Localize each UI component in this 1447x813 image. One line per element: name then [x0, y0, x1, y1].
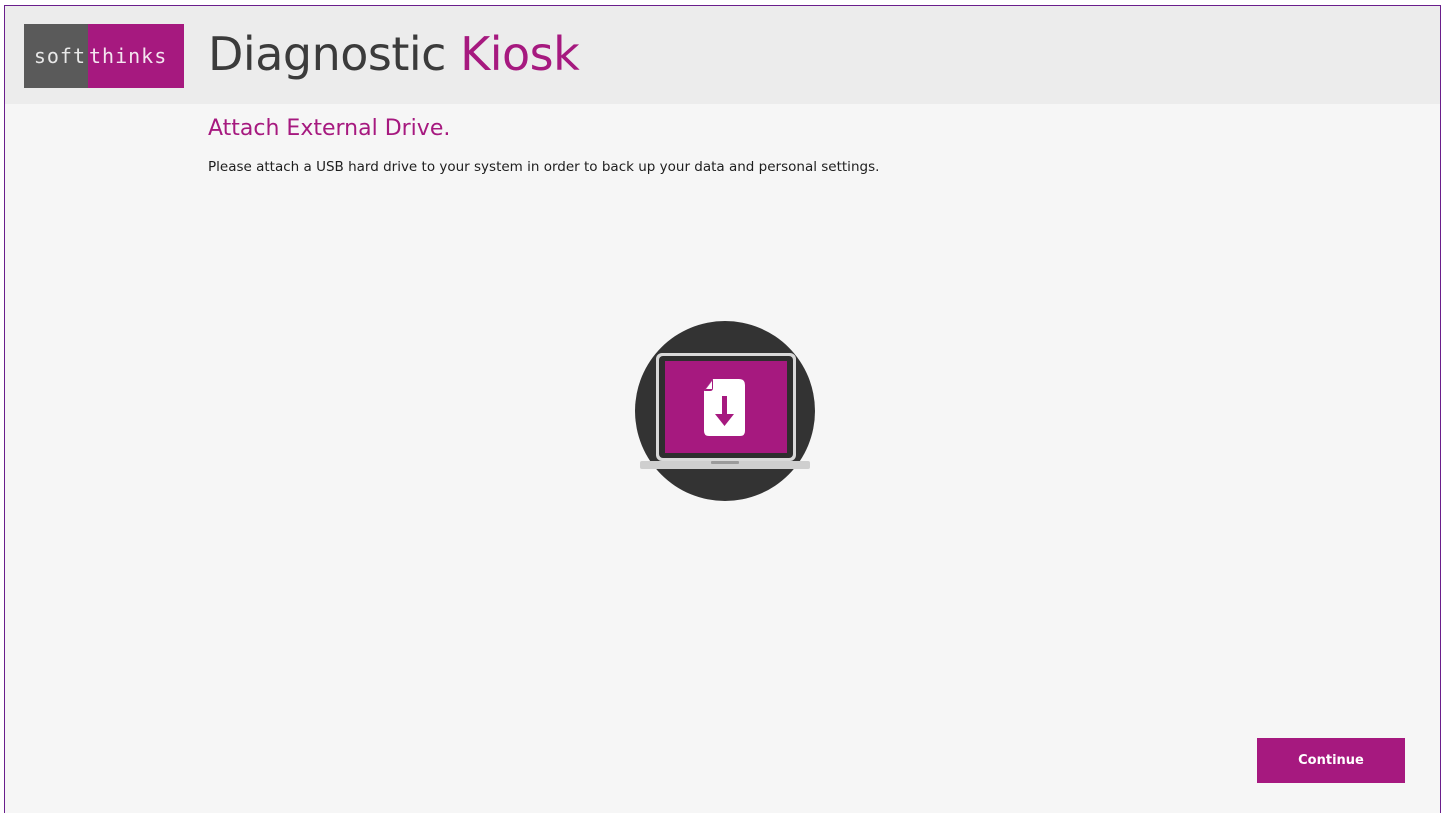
- kiosk-window: soft thinks Diagnostic Kiosk Attach Exte…: [4, 5, 1441, 813]
- instruction-text: Please attach a USB hard drive to your s…: [208, 159, 880, 175]
- logo-left-segment: soft: [24, 24, 88, 88]
- logo-right-segment: thinks: [88, 24, 184, 88]
- app-title-accent: Kiosk: [460, 27, 580, 81]
- laptop-notch: [711, 461, 739, 464]
- continue-button[interactable]: Continue: [1257, 738, 1405, 783]
- page-heading: Attach External Drive.: [208, 116, 451, 141]
- app-title-main: Diagnostic: [208, 27, 461, 81]
- app-title: Diagnostic Kiosk: [208, 26, 580, 82]
- laptop-download-icon: [633, 319, 817, 503]
- laptop-download-svg: [635, 321, 815, 501]
- softthinks-logo: soft thinks: [24, 24, 184, 88]
- header-bar: soft thinks Diagnostic Kiosk: [5, 6, 1440, 104]
